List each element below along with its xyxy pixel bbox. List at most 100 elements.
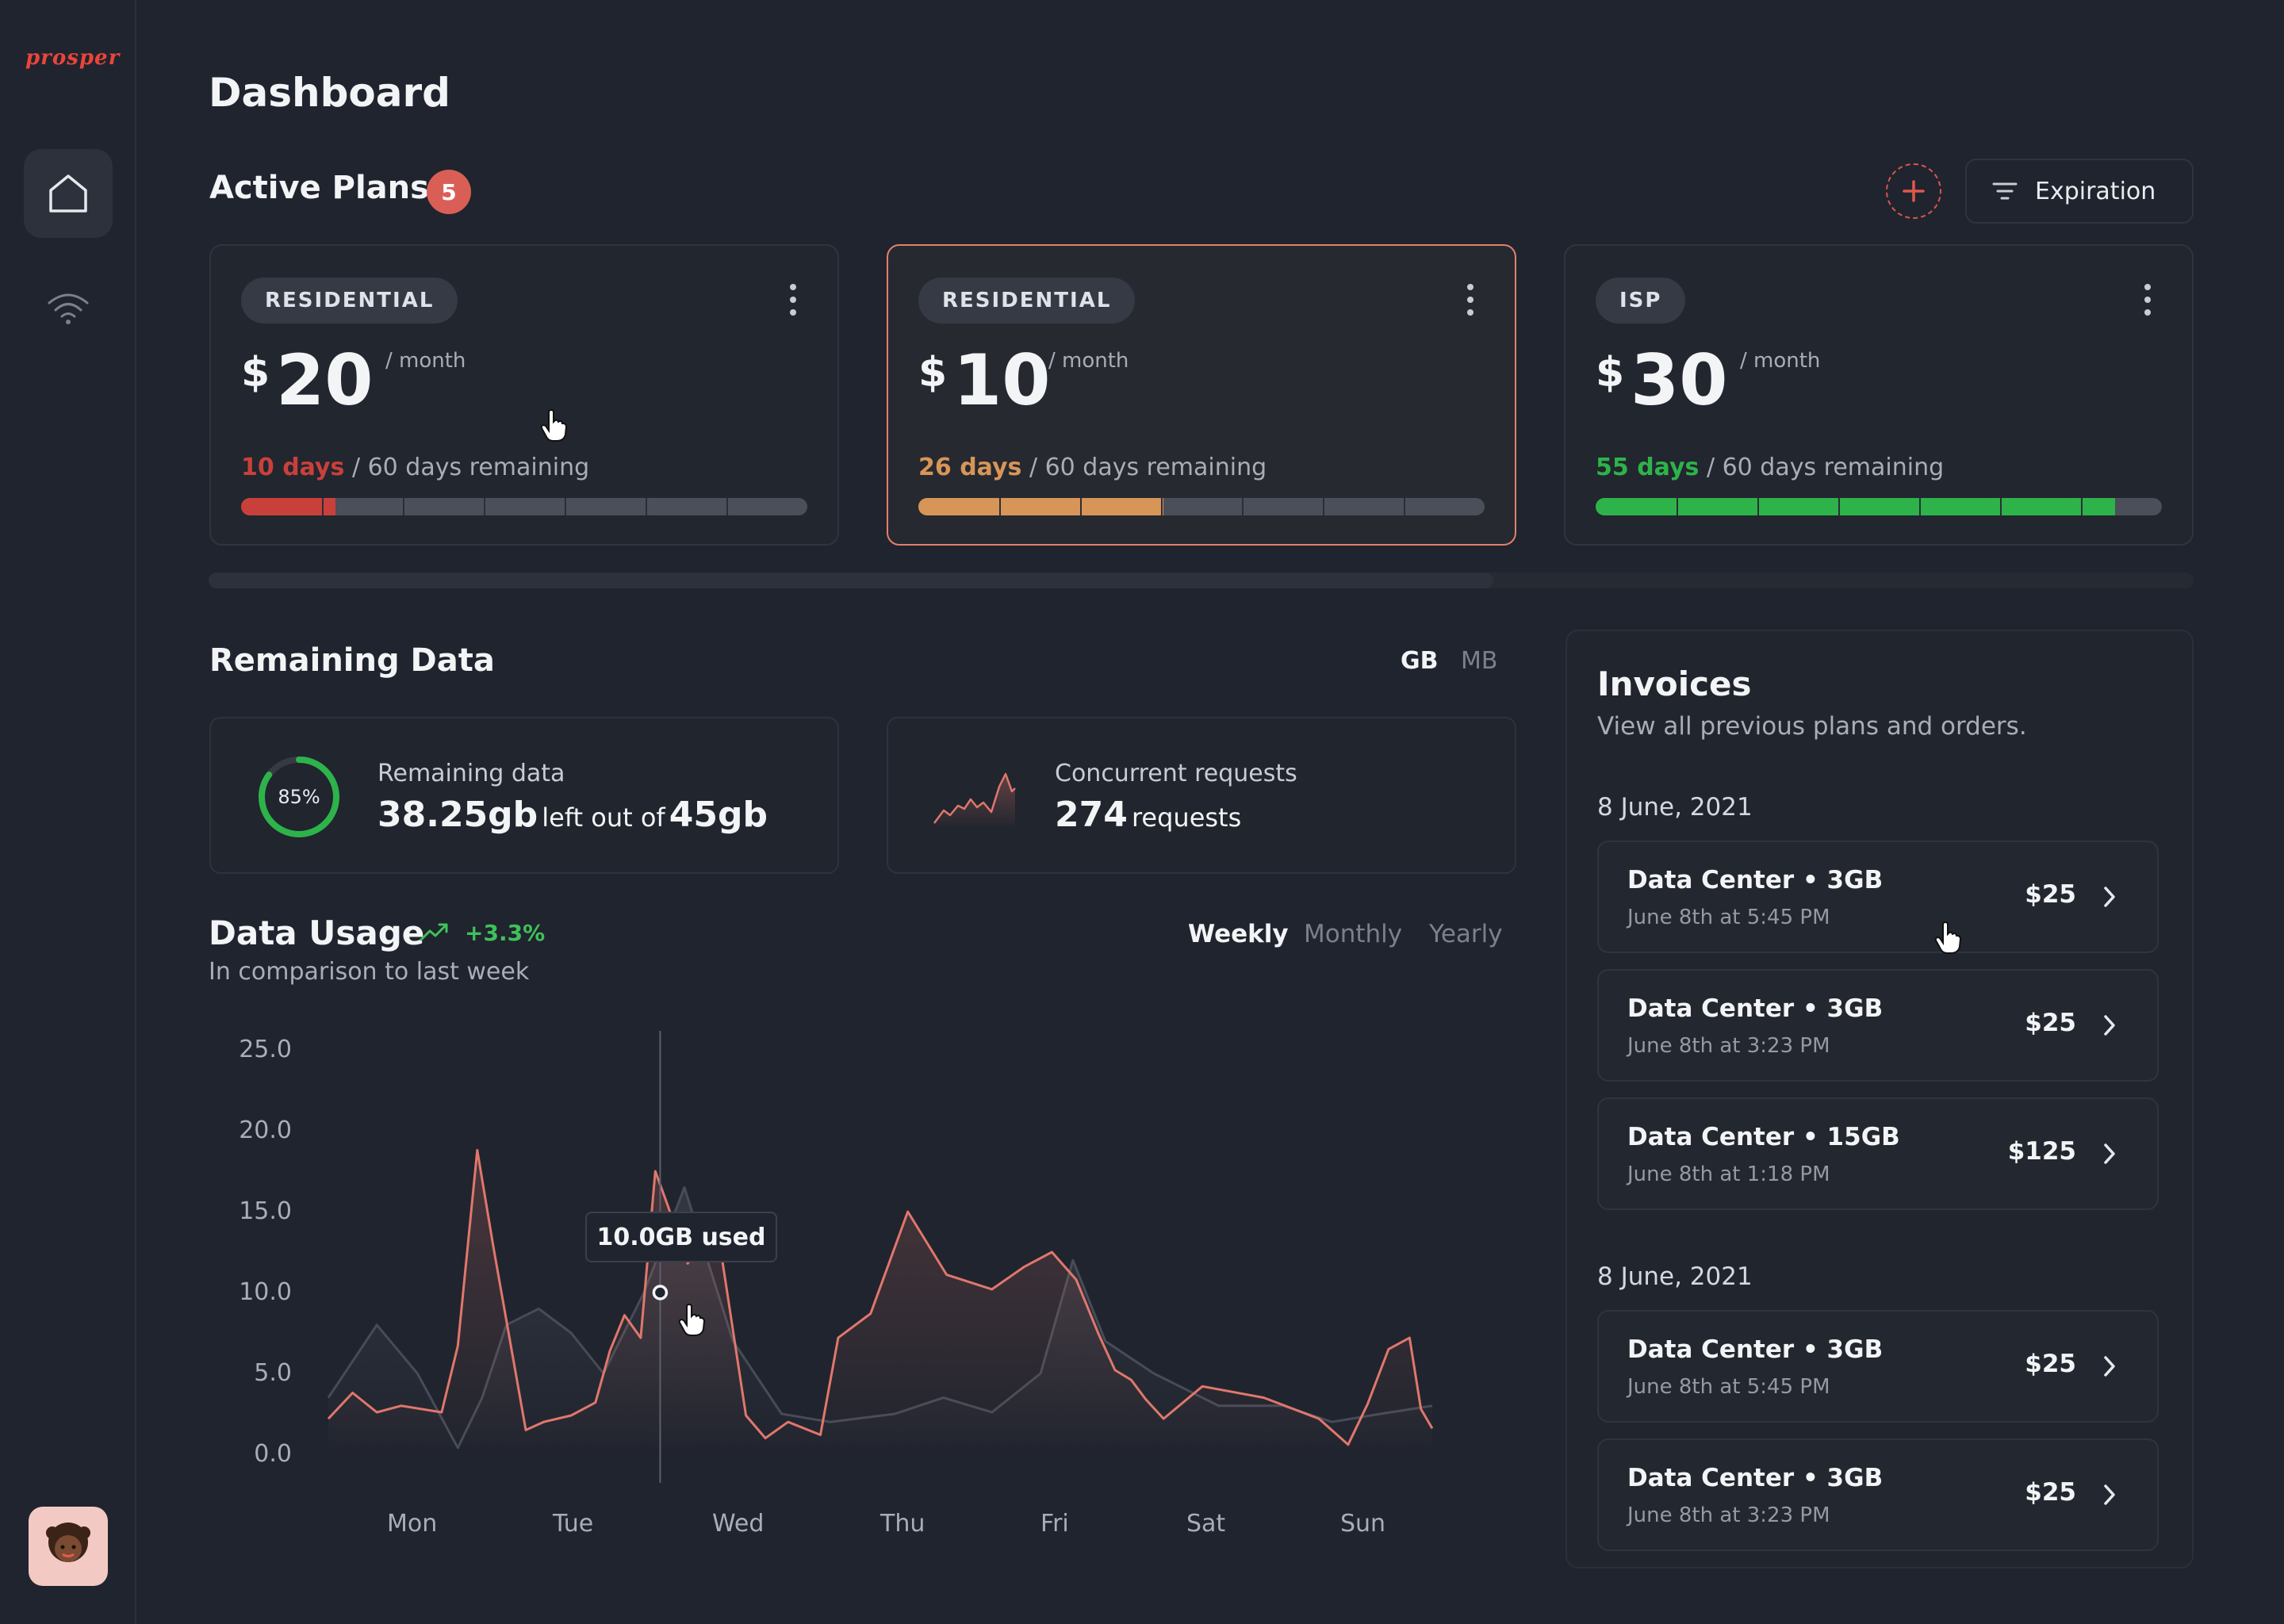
add-plan-button[interactable]: [1886, 163, 1941, 219]
y-axis-tick-label: 10.0: [239, 1278, 292, 1306]
sort-expiration-label: Expiration: [2035, 177, 2156, 205]
invoice-time: June 8th at 5:45 PM: [1627, 1375, 1830, 1399]
sort-expiration-button[interactable]: Expiration: [1965, 159, 2194, 224]
progress-segment-divider: [1080, 498, 1082, 515]
progress-segment-divider: [1323, 498, 1324, 515]
period-yearly-tab[interactable]: Yearly: [1429, 920, 1503, 948]
plan-period: / month: [1740, 349, 1821, 373]
progress-segment-divider: [999, 498, 1001, 515]
invoices-title: Invoices: [1597, 665, 1752, 703]
more-options-icon[interactable]: [1466, 284, 1475, 316]
invoice-name: Data Center • 15GB: [1627, 1123, 1900, 1151]
plan-days-total: / 60 days remaining: [1706, 454, 1945, 481]
requests-sparkline: [933, 772, 1016, 829]
y-axis-tick-label: 5.0: [254, 1359, 292, 1387]
chevron-right-icon: [2104, 1484, 2115, 1505]
invoice-group-date: 8 June, 2021: [1597, 793, 1753, 822]
x-axis-tick-label: Sun: [1340, 1510, 1386, 1538]
progress-segment-divider: [1404, 498, 1405, 515]
hand-cursor-icon-3: [678, 1304, 706, 1336]
invoice-time: June 8th at 5:45 PM: [1627, 906, 1830, 929]
plan-progress-bar: [241, 498, 807, 515]
progress-segment-divider: [726, 498, 728, 515]
invoice-price: $125: [2007, 1137, 2076, 1166]
ring-percent-label: 85%: [278, 786, 320, 808]
remaining-data-value: 38.25gb: [377, 795, 538, 835]
chart-tooltip: 10.0GB used: [585, 1212, 777, 1262]
plans-scrollbar-thumb[interactable]: [209, 573, 1493, 588]
invoice-group-date: 8 June, 2021: [1597, 1262, 1753, 1291]
progress-segment-divider: [1677, 498, 1678, 515]
progress-segment-divider: [322, 498, 324, 515]
x-axis-tick-label: Thu: [880, 1510, 925, 1538]
plan-price: 30: [1631, 339, 1728, 421]
plan-card[interactable]: RESIDENTIAL $20 / month 10 days / 60 days r…: [209, 244, 839, 546]
remaining-data-ring: 85%: [259, 756, 339, 837]
plan-progress-fill: [918, 498, 1164, 515]
x-axis-tick-label: Tue: [553, 1510, 594, 1538]
sidebar: prosper: [0, 0, 136, 1624]
plan-card[interactable]: ISP $30 / month 55 days / 60 days remaining: [1564, 244, 2194, 546]
active-plans-count-badge: 5: [427, 170, 471, 214]
concurrent-requests-unit: requests: [1131, 802, 1242, 833]
plan-remaining: 10 days / 60 days remaining: [241, 454, 589, 481]
invoice-time: June 8th at 3:23 PM: [1627, 1503, 1830, 1527]
progress-segment-divider: [1242, 498, 1244, 515]
hand-cursor-icon: [540, 409, 568, 442]
plus-icon: [1903, 180, 1925, 202]
invoice-name: Data Center • 3GB: [1627, 1464, 1884, 1492]
invoice-price: $25: [2025, 1350, 2076, 1378]
plan-days-left: 10 days: [241, 454, 345, 481]
concurrent-requests-value: 274: [1055, 795, 1128, 835]
chevron-right-icon: [2104, 1015, 2115, 1036]
progress-segment-divider: [2000, 498, 2002, 515]
nav-home-button[interactable]: [24, 149, 113, 238]
remaining-data-mid: left out of: [542, 802, 665, 833]
invoice-item[interactable]: Data Center • 3GB June 8th at 3:23 PM $25: [1597, 1438, 2159, 1551]
progress-segment-divider: [1757, 498, 1759, 515]
plan-price: 10: [953, 339, 1051, 421]
progress-segment-divider: [1838, 498, 1840, 515]
x-axis-tick-label: Sat: [1186, 1510, 1226, 1538]
invoice-item[interactable]: Data Center • 3GB June 8th at 5:45 PM $25: [1597, 841, 2159, 953]
plans-scrollbar[interactable]: [209, 573, 2194, 588]
remaining-data-total: 45gb: [669, 795, 768, 835]
plan-period: / month: [1048, 349, 1129, 373]
period-weekly-tab[interactable]: Weekly: [1188, 920, 1289, 948]
invoice-item[interactable]: Data Center • 3GB June 8th at 5:45 PM $25: [1597, 1310, 2159, 1423]
filter-icon: [1992, 182, 2018, 200]
plan-days-left: 55 days: [1596, 454, 1700, 481]
series-area-0: [328, 1150, 1432, 1454]
remaining-data-label: Remaining data: [377, 760, 565, 787]
invoices-panel: Invoices View all previous plans and ord…: [1565, 630, 2194, 1568]
plan-card[interactable]: RESIDENTIAL $10/ month 26 days / 60 days r…: [887, 244, 1516, 546]
hand-cursor-icon-2: [1934, 921, 1962, 954]
chevron-right-icon: [2104, 887, 2115, 907]
wifi-icon: [48, 293, 89, 324]
progress-segment-divider: [1161, 498, 1163, 515]
chart-marker-point: [652, 1285, 669, 1300]
plan-type-tag: ISP: [1596, 278, 1686, 324]
invoice-price: $25: [2025, 1478, 2076, 1507]
more-options-icon[interactable]: [2143, 284, 2152, 316]
invoice-item[interactable]: Data Center • 15GB June 8th at 1:18 PM $12…: [1597, 1097, 2159, 1210]
plan-progress-bar: [918, 498, 1485, 515]
invoice-item[interactable]: Data Center • 3GB June 8th at 3:23 PM $25: [1597, 969, 2159, 1082]
unit-mb-toggle[interactable]: MB: [1461, 647, 1497, 675]
nav-proxy-button[interactable]: [24, 263, 113, 352]
y-axis-tick-label: 20.0: [239, 1116, 292, 1144]
brand-logo[interactable]: prosper: [25, 46, 120, 70]
unit-gb-toggle[interactable]: GB: [1401, 647, 1439, 675]
more-options-icon[interactable]: [788, 284, 798, 316]
invoice-time: June 8th at 1:18 PM: [1627, 1162, 1830, 1186]
data-usage-subtitle: In comparison to last week: [209, 958, 530, 986]
series-area-1: [328, 1187, 1432, 1454]
plan-type-tag: RESIDENTIAL: [918, 278, 1136, 324]
invoice-name: Data Center • 3GB: [1627, 866, 1884, 894]
plan-currency: $: [918, 349, 948, 396]
plan-days-left: 26 days: [918, 454, 1022, 481]
period-monthly-tab[interactable]: Monthly: [1304, 920, 1402, 948]
progress-segment-divider: [403, 498, 404, 515]
user-avatar[interactable]: [29, 1507, 108, 1586]
progress-segment-divider: [1919, 498, 1921, 515]
